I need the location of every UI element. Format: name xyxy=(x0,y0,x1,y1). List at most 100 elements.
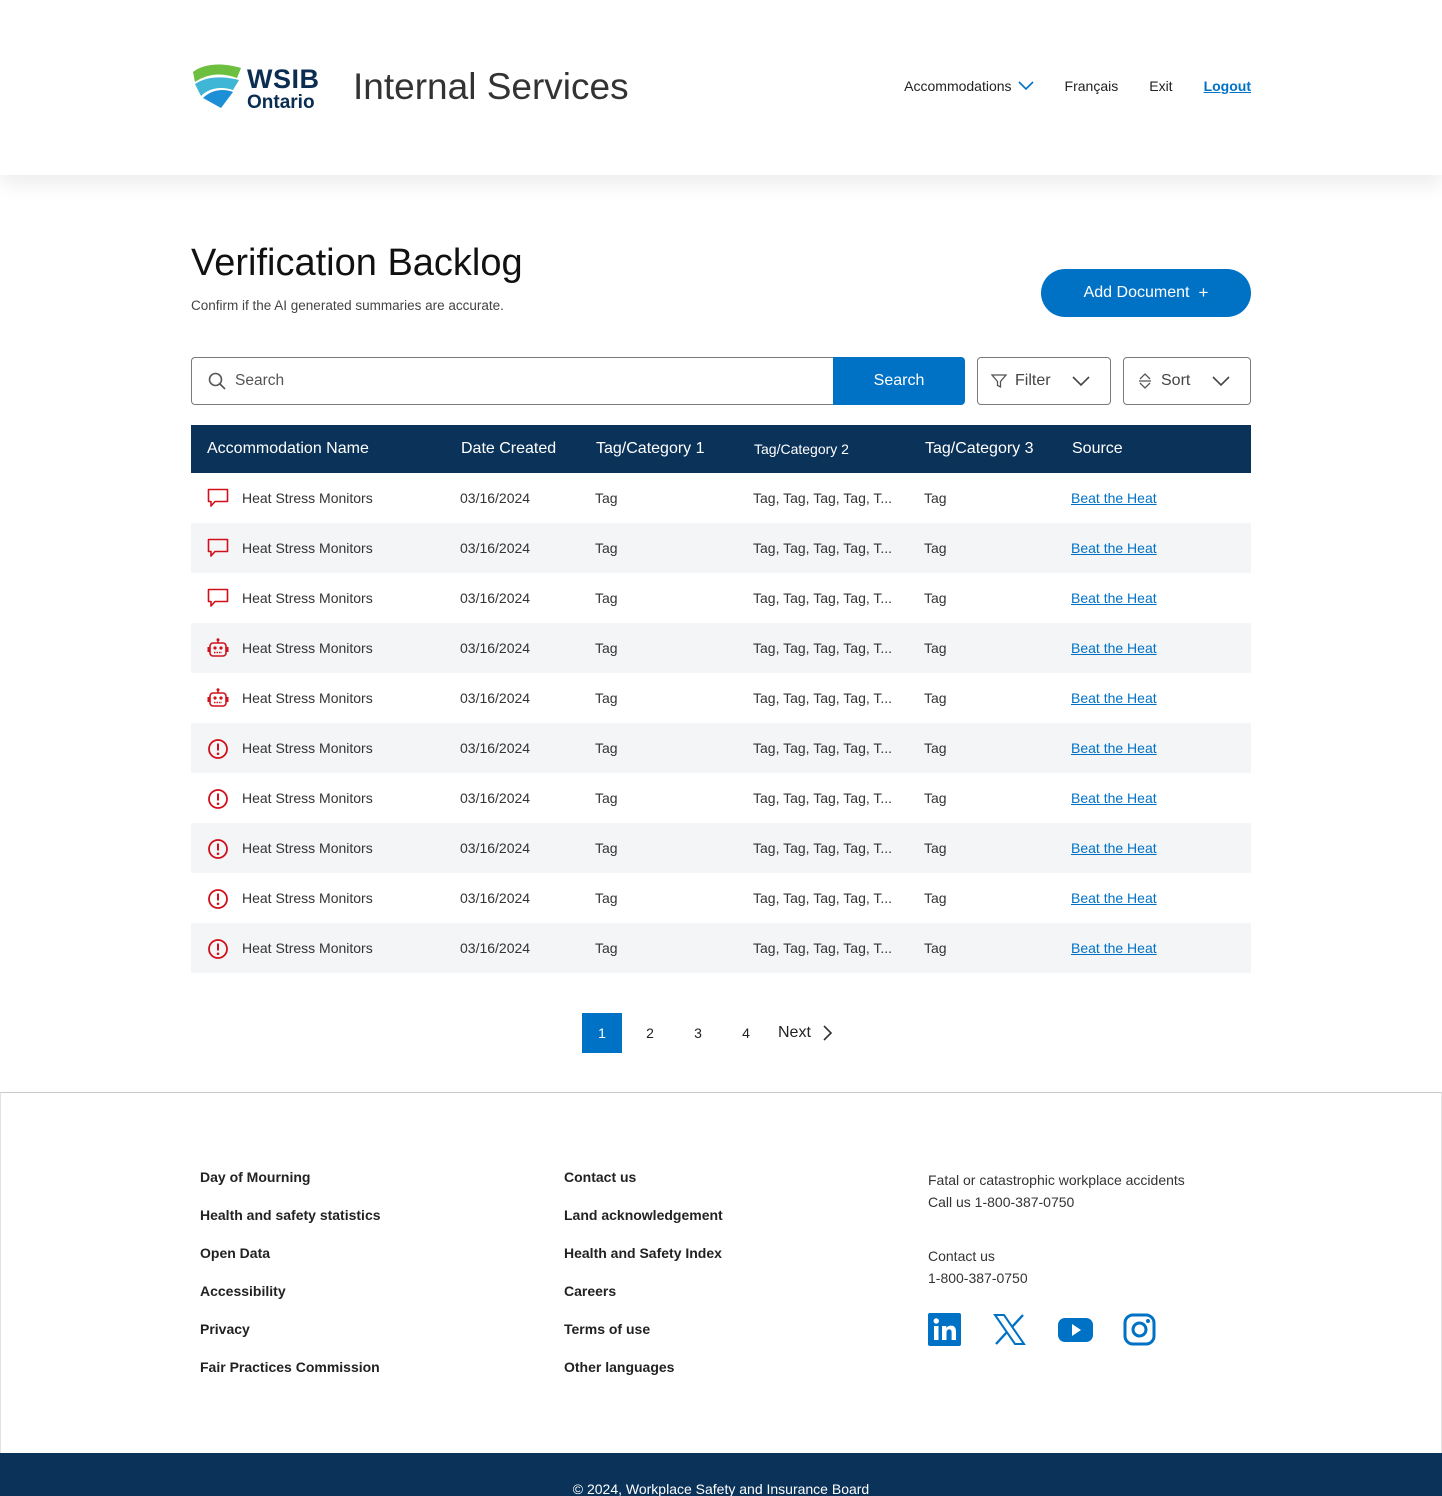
page-3-button[interactable]: 3 xyxy=(678,1013,718,1053)
footer-link-contact-us[interactable]: Contact us xyxy=(564,1169,723,1207)
footer-link-terms[interactable]: Terms of use xyxy=(564,1321,723,1359)
footer-link-careers[interactable]: Careers xyxy=(564,1283,723,1321)
col-header-name[interactable]: Accommodation Name xyxy=(207,440,369,458)
comment-icon xyxy=(207,488,229,508)
wsib-swoosh-icon xyxy=(193,64,241,108)
contact-label: Contact us xyxy=(928,1248,995,1264)
search-button[interactable]: Search xyxy=(833,357,965,405)
comment-icon xyxy=(207,538,229,558)
table-row[interactable]: Heat Stress Monitors 03/16/2024 Tag Tag, Ta… xyxy=(191,573,1251,623)
cell-tag-category-2: Tag, Tag, Tag, Tag, T... xyxy=(753,490,893,506)
filter-icon xyxy=(991,374,1007,389)
footer-link-day-of-mourning[interactable]: Day of Mourning xyxy=(200,1169,381,1207)
logo-ontario-text: Ontario xyxy=(247,92,315,113)
cell-tag-category-3: Tag xyxy=(924,740,947,756)
cell-tag-category-2: Tag, Tag, Tag, Tag, T... xyxy=(753,740,893,756)
cell-tag-category-3: Tag xyxy=(924,890,947,906)
youtube-icon[interactable] xyxy=(1058,1313,1093,1348)
col-header-tag2[interactable]: Tag/Category 2 xyxy=(754,441,849,457)
page-2-button[interactable]: 2 xyxy=(630,1013,670,1053)
table-row[interactable]: Heat Stress Monitors 03/16/2024 Tag Tag, Ta… xyxy=(191,723,1251,773)
chevron-right-icon xyxy=(823,1025,833,1041)
social-links xyxy=(928,1313,1188,1348)
table-row[interactable]: Heat Stress Monitors 03/16/2024 Tag Tag, Ta… xyxy=(191,673,1251,723)
col-header-tag3[interactable]: Tag/Category 3 xyxy=(925,440,1034,458)
source-link[interactable]: Beat the Heat xyxy=(1071,590,1157,606)
footer-links-col-2: Contact us Land acknowledgement Health a… xyxy=(564,1169,723,1397)
footer-link-health-safety-stats[interactable]: Health and safety statistics xyxy=(200,1207,381,1245)
alert-icon xyxy=(207,938,229,959)
table-row[interactable]: Heat Stress Monitors 03/16/2024 Tag Tag, Ta… xyxy=(191,473,1251,523)
instagram-icon[interactable] xyxy=(1123,1313,1158,1348)
cell-tag-category-1: Tag xyxy=(595,540,618,556)
page-1-button[interactable]: 1 xyxy=(582,1013,622,1053)
footer-link-land-acknowledgement[interactable]: Land acknowledgement xyxy=(564,1207,723,1245)
source-link[interactable]: Beat the Heat xyxy=(1071,490,1157,506)
cell-tag-category-1: Tag xyxy=(595,590,618,606)
source-link[interactable]: Beat the Heat xyxy=(1071,940,1157,956)
x-icon[interactable] xyxy=(993,1313,1028,1348)
cell-accommodation-name: Heat Stress Monitors xyxy=(242,940,373,956)
cell-accommodation-name: Heat Stress Monitors xyxy=(242,490,373,506)
col-header-source[interactable]: Source xyxy=(1072,440,1123,458)
sort-dropdown[interactable]: Sort xyxy=(1123,357,1251,405)
nav-francais-link[interactable]: Français xyxy=(1065,78,1119,94)
source-link[interactable]: Beat the Heat xyxy=(1071,840,1157,856)
cell-tag-category-2: Tag, Tag, Tag, Tag, T... xyxy=(753,540,893,556)
cell-date-created: 03/16/2024 xyxy=(460,490,531,506)
col-header-tag1[interactable]: Tag/Category 1 xyxy=(596,440,705,458)
cell-date-created: 03/16/2024 xyxy=(460,840,531,856)
cell-date-created: 03/16/2024 xyxy=(460,790,531,806)
cell-date-created: 03/16/2024 xyxy=(460,540,531,556)
cell-accommodation-name: Heat Stress Monitors xyxy=(242,740,373,756)
source-link[interactable]: Beat the Heat xyxy=(1071,540,1157,556)
source-link[interactable]: Beat the Heat xyxy=(1071,740,1157,756)
contact-phone: 1-800-387-0750 xyxy=(928,1270,1028,1286)
footer-links-col-1: Day of Mourning Health and safety statis… xyxy=(200,1169,381,1397)
col-header-date[interactable]: Date Created xyxy=(461,440,556,458)
next-page-button[interactable]: Next xyxy=(778,1024,833,1042)
linkedin-icon[interactable] xyxy=(928,1313,963,1348)
cell-tag-category-2: Tag, Tag, Tag, Tag, T... xyxy=(753,790,893,806)
cell-tag-category-1: Tag xyxy=(595,490,618,506)
robot-icon xyxy=(207,688,229,708)
footer-link-health-safety-index[interactable]: Health and Safety Index xyxy=(564,1245,723,1283)
footer-contact: Fatal or catastrophic workplace accident… xyxy=(928,1169,1188,1348)
table-row[interactable]: Heat Stress Monitors 03/16/2024 Tag Tag, Ta… xyxy=(191,773,1251,823)
source-link[interactable]: Beat the Heat xyxy=(1071,790,1157,806)
search-input[interactable] xyxy=(235,372,795,390)
source-link[interactable]: Beat the Heat xyxy=(1071,640,1157,656)
wsib-logo[interactable]: WSIB Ontario xyxy=(191,62,323,113)
search-field[interactable] xyxy=(191,357,835,405)
add-document-button[interactable]: Add Document + xyxy=(1041,269,1251,317)
page-4-button[interactable]: 4 xyxy=(726,1013,766,1053)
table-row[interactable]: Heat Stress Monitors 03/16/2024 Tag Tag, Ta… xyxy=(191,873,1251,923)
nav-accommodations-dropdown[interactable]: Accommodations xyxy=(904,78,1034,94)
table-row[interactable]: Heat Stress Monitors 03/16/2024 Tag Tag, Ta… xyxy=(191,623,1251,673)
table-body: Heat Stress Monitors 03/16/2024 Tag Tag, Ta… xyxy=(191,473,1251,973)
table-row[interactable]: Heat Stress Monitors 03/16/2024 Tag Tag, Ta… xyxy=(191,923,1251,973)
cell-tag-category-2: Tag, Tag, Tag, Tag, T... xyxy=(753,690,893,706)
emergency-text: Fatal or catastrophic workplace accident… xyxy=(928,1172,1185,1188)
cell-date-created: 03/16/2024 xyxy=(460,890,531,906)
cell-tag-category-3: Tag xyxy=(924,840,947,856)
table-header: Accommodation Name Date Created Tag/Cate… xyxy=(191,425,1251,473)
cell-tag-category-1: Tag xyxy=(595,690,618,706)
source-link[interactable]: Beat the Heat xyxy=(1071,690,1157,706)
source-link[interactable]: Beat the Heat xyxy=(1071,890,1157,906)
filter-label: Filter xyxy=(1015,372,1051,389)
footer-link-fair-practices[interactable]: Fair Practices Commission xyxy=(200,1359,381,1397)
cell-tag-category-2: Tag, Tag, Tag, Tag, T... xyxy=(753,890,893,906)
footer-link-other-languages[interactable]: Other languages xyxy=(564,1359,723,1397)
footer-link-privacy[interactable]: Privacy xyxy=(200,1321,381,1359)
cell-accommodation-name: Heat Stress Monitors xyxy=(242,690,373,706)
nav-exit-link[interactable]: Exit xyxy=(1149,78,1172,94)
footer-link-open-data[interactable]: Open Data xyxy=(200,1245,381,1283)
filter-dropdown[interactable]: Filter xyxy=(977,357,1111,405)
cell-tag-category-3: Tag xyxy=(924,690,947,706)
emergency-phone: Call us 1-800-387-0750 xyxy=(928,1194,1075,1210)
table-row[interactable]: Heat Stress Monitors 03/16/2024 Tag Tag, Ta… xyxy=(191,823,1251,873)
nav-logout-link[interactable]: Logout xyxy=(1204,78,1251,94)
footer-link-accessibility[interactable]: Accessibility xyxy=(200,1283,381,1321)
table-row[interactable]: Heat Stress Monitors 03/16/2024 Tag Tag, Ta… xyxy=(191,523,1251,573)
